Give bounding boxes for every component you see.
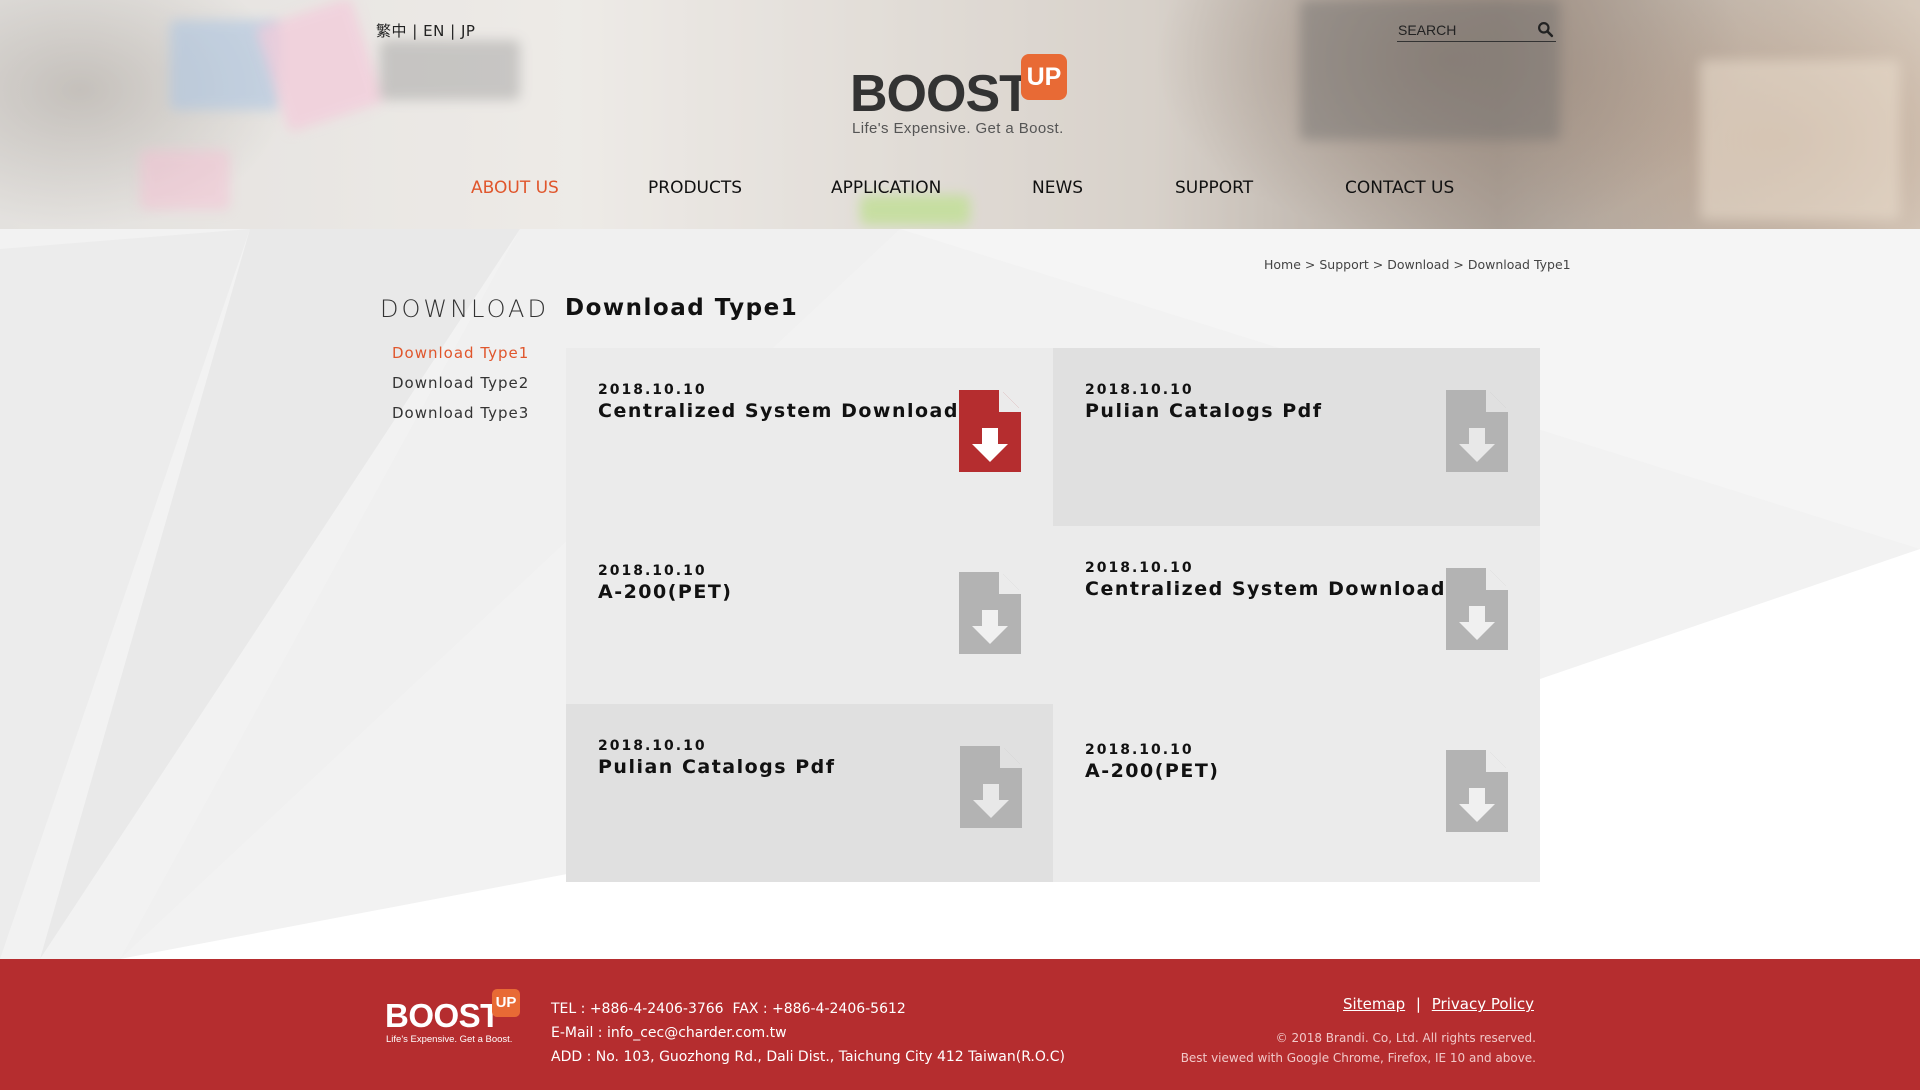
download-grid: 2018.10.10 Centralized System Download 2… — [566, 348, 1540, 882]
footer-logo-wordmark: BOOST — [385, 997, 500, 1034]
card-title: Centralized System Download — [1085, 578, 1446, 600]
file-download-icon[interactable] — [960, 746, 1022, 828]
sidebar-item-download-type1[interactable]: Download Type1 — [392, 343, 529, 373]
footer-links: Sitemap | Privacy Policy — [1343, 995, 1534, 1013]
breadcrumb-separator: > — [1372, 257, 1384, 272]
file-download-icon[interactable] — [959, 390, 1021, 472]
lang-english[interactable]: EN — [423, 22, 445, 40]
footer-logo-tagline: Life's Expensive. Get a Boost. — [386, 1034, 513, 1045]
nav-support[interactable]: SUPPORT — [1175, 178, 1253, 198]
card-title: A-200(PET) — [598, 581, 733, 603]
logo-badge: UP — [1021, 54, 1067, 100]
card-date: 2018.10.10 — [1085, 560, 1194, 576]
sidebar-item-download-type3[interactable]: Download Type3 — [392, 403, 529, 433]
file-download-icon[interactable] — [959, 572, 1021, 654]
card-date: 2018.10.10 — [598, 563, 707, 579]
lang-traditional-chinese[interactable]: 繁中 — [376, 22, 407, 40]
footer-tel-fax: TEL : +886-4-2406-3766 FAX : +886-4-2406… — [551, 1001, 906, 1017]
logo-tagline: Life's Expensive. Get a Boost. — [852, 120, 1064, 137]
footer-browser-note: Best viewed with Google Chrome, Firefox,… — [1180, 1051, 1536, 1065]
nav-products[interactable]: PRODUCTS — [648, 178, 742, 198]
card-date: 2018.10.10 — [1085, 382, 1194, 398]
download-card[interactable]: 2018.10.10 A-200(PET) — [1053, 704, 1540, 882]
logo-wordmark: BOOST — [850, 65, 1031, 123]
lang-separator: | — [412, 22, 418, 40]
breadcrumb-download[interactable]: Download — [1387, 257, 1449, 272]
card-date: 2018.10.10 — [1085, 742, 1194, 758]
search-icon[interactable] — [1537, 21, 1554, 38]
breadcrumb-support[interactable]: Support — [1319, 257, 1368, 272]
footer-copyright: © 2018 Brandi. Co, Ltd. All rights reser… — [1275, 1031, 1536, 1045]
card-date: 2018.10.10 — [598, 738, 707, 754]
language-switcher: 繁中 | EN | JP — [376, 20, 475, 41]
lang-japanese[interactable]: JP — [461, 22, 475, 40]
footer-email: E-Mail : info_cec@charder.com.tw — [551, 1025, 787, 1041]
sidebar-item-download-type2[interactable]: Download Type2 — [392, 373, 529, 403]
search-input[interactable] — [1397, 19, 1528, 41]
card-title: Centralized System Download — [598, 400, 959, 422]
breadcrumb: Home > Support > Download > Download Typ… — [1264, 257, 1571, 272]
sitemap-link[interactable]: Sitemap — [1343, 995, 1405, 1013]
footer-copyright-block: © 2018 Brandi. Co, Ltd. All rights reser… — [1181, 1028, 1536, 1068]
footer-logo-badge: UP — [492, 989, 520, 1017]
main-nav: ABOUT US PRODUCTS APPLICATION NEWS SUPPO… — [0, 178, 1920, 202]
nav-contact-us[interactable]: CONTACT US — [1345, 178, 1454, 198]
card-title: Pulian Catalogs Pdf — [1085, 400, 1323, 422]
nav-application[interactable]: APPLICATION — [831, 178, 941, 198]
download-card[interactable]: 2018.10.10 Pulian Catalogs Pdf — [1053, 348, 1540, 526]
footer-address: ADD : No. 103, Guozhong Rd., Dali Dist.,… — [551, 1049, 1066, 1065]
header-banner: 繁中 | EN | JP BOOST UP Life's Expensive. … — [0, 0, 1920, 229]
file-download-icon[interactable] — [1446, 390, 1508, 472]
page-title: Download Type1 — [565, 295, 799, 321]
sidebar-menu: Download Type1 Download Type2 Download T… — [392, 343, 529, 433]
download-card[interactable]: 2018.10.10 A-200(PET) — [566, 526, 1053, 704]
lang-separator: | — [450, 22, 456, 40]
breadcrumb-current: Download Type1 — [1467, 257, 1571, 272]
brand-logo[interactable]: BOOST UP Life's Expensive. Get a Boost. — [850, 54, 1075, 138]
footer-link-separator: | — [1415, 995, 1421, 1013]
breadcrumb-home[interactable]: Home — [1264, 257, 1301, 272]
privacy-policy-link[interactable]: Privacy Policy — [1432, 995, 1534, 1013]
breadcrumb-separator: > — [1304, 257, 1316, 272]
breadcrumb-separator: > — [1453, 257, 1464, 272]
file-download-icon[interactable] — [1446, 750, 1508, 832]
card-title: A-200(PET) — [1085, 760, 1220, 782]
footer-contact-info: TEL : +886-4-2406-3766 FAX : +886-4-2406… — [551, 997, 1065, 1069]
download-card[interactable]: 2018.10.10 Centralized System Download — [1053, 526, 1540, 704]
footer-logo[interactable]: BOOST UP Life's Expensive. Get a Boost. — [385, 989, 527, 1045]
file-download-icon[interactable] — [1446, 568, 1508, 650]
nav-about-us[interactable]: ABOUT US — [471, 178, 559, 198]
download-card[interactable]: 2018.10.10 Centralized System Download — [566, 348, 1053, 526]
card-date: 2018.10.10 — [598, 382, 707, 398]
search-box — [1397, 19, 1556, 42]
card-title: Pulian Catalogs Pdf — [598, 756, 836, 778]
sidebar-title: DOWNLOAD — [380, 295, 549, 323]
nav-news[interactable]: NEWS — [1032, 178, 1083, 198]
download-card[interactable]: 2018.10.10 Pulian Catalogs Pdf — [566, 704, 1053, 882]
